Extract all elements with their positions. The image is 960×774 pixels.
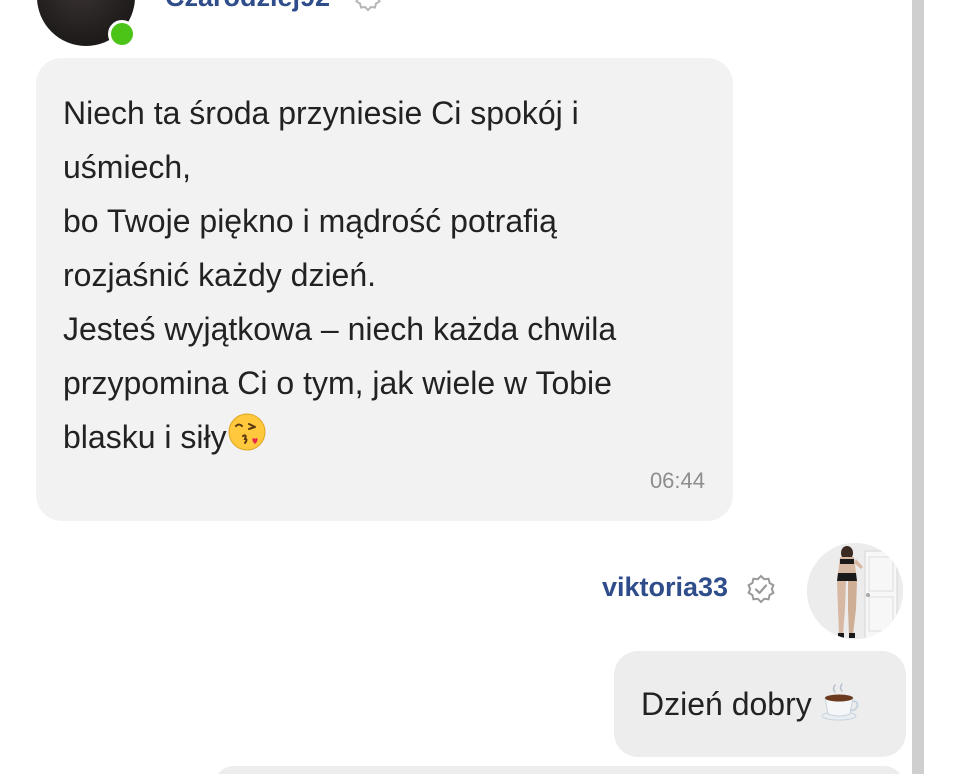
chat-screen: Czarodziej92 Niech ta środa przyniesie C… xyxy=(0,0,960,774)
verified-badge-icon xyxy=(355,0,381,12)
scrollbar[interactable] xyxy=(912,0,924,774)
own-username[interactable]: viktoria33 xyxy=(602,572,728,603)
outgoing-message-bubble[interactable]: Dzień dobry xyxy=(614,651,906,757)
own-avatar[interactable] xyxy=(807,543,903,639)
sender-username[interactable]: Czarodziej92 xyxy=(165,0,330,13)
avatar-photo xyxy=(807,543,903,639)
outgoing-message-text: Dzień dobry xyxy=(641,686,812,722)
online-status-dot xyxy=(108,20,136,48)
coffee-cup-icon xyxy=(821,683,859,721)
next-message-bubble[interactable] xyxy=(214,766,904,774)
incoming-message-bubble[interactable]: Niech ta środa przyniesie Ci spokój i uś… xyxy=(36,58,733,521)
verified-badge-icon xyxy=(747,574,775,604)
kissing-face-icon xyxy=(228,413,266,451)
message-timestamp: 06:44 xyxy=(649,468,705,493)
incoming-message-text: Niech ta środa przyniesie Ci spokój i uś… xyxy=(63,95,617,455)
